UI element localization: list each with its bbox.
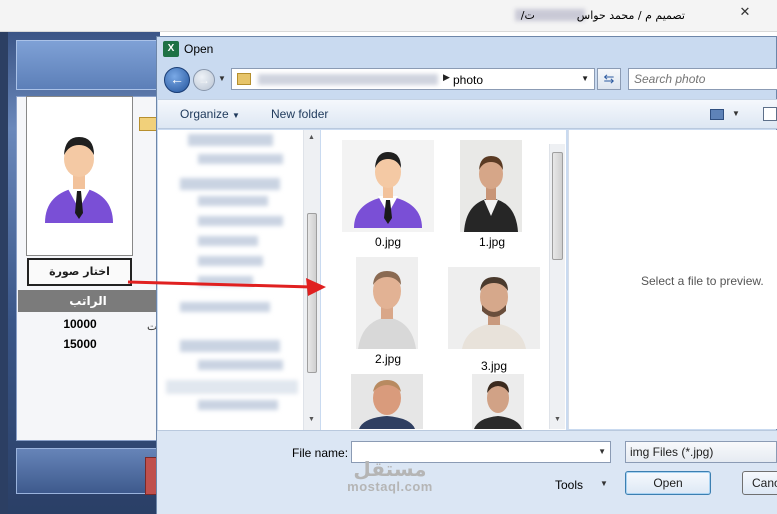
search-input[interactable] [634, 70, 774, 88]
preview-pane: Select a file to preview. [568, 130, 777, 429]
scroll-up-icon[interactable]: ▲ [308, 134, 315, 141]
preview-message: Select a file to preview. [641, 274, 764, 288]
person-photo-icon [460, 140, 522, 232]
nav-item-redacted[interactable] [180, 340, 280, 352]
navigation-bar: ← → ▼ ▶ photo ▼ ⇆ [157, 65, 777, 95]
scroll-down-icon[interactable]: ▼ [308, 416, 315, 423]
recent-locations-chevron-icon[interactable]: ▼ [218, 74, 226, 83]
person-photo-icon [351, 374, 423, 429]
cancel-button[interactable]: Canc [742, 471, 777, 495]
person-photo-icon [356, 257, 418, 349]
search-box[interactable] [628, 68, 777, 90]
nav-item-redacted[interactable] [166, 380, 298, 394]
navigation-pane-scrollbar[interactable]: ▲ ▼ [303, 130, 320, 430]
app-bottom-button[interactable] [16, 448, 158, 494]
folder-icon [237, 73, 251, 85]
scrollbar-thumb[interactable] [552, 152, 563, 260]
excel-icon: X [163, 41, 179, 57]
file-name: 0.jpg [374, 235, 402, 249]
salary-column-header: الراتب [18, 290, 158, 312]
app-title-suffix: ت/ [520, 9, 535, 22]
file-type-select[interactable]: img Files (*.jpg) [625, 441, 777, 463]
forward-arrow-icon[interactable]: → [193, 69, 215, 91]
watermark-latin: mostaql.com [347, 479, 433, 494]
screen: ت/تصميم م / محمد حواس ✕ اختار صورة الموظ… [0, 0, 777, 514]
organize-label: Organize [180, 107, 229, 121]
nav-item-redacted[interactable] [198, 196, 268, 206]
nav-item-redacted[interactable] [198, 216, 283, 226]
folder-icon[interactable] [139, 117, 157, 131]
breadcrumb-separator-icon[interactable]: ▶ [443, 72, 450, 83]
salary-cell: 10000 [63, 317, 97, 331]
chevron-down-icon[interactable]: ▼ [581, 74, 589, 83]
salary-cell: 15000 [63, 337, 97, 351]
person-photo-icon [448, 267, 540, 349]
file-name: 1.jpg [478, 235, 506, 249]
file-name: 3.jpg [480, 359, 508, 373]
employee-photo [26, 96, 133, 256]
chevron-down-icon: ▼ [232, 111, 240, 120]
scrollbar-thumb[interactable] [307, 213, 317, 373]
organize-menu-button[interactable]: Organize ▼ [180, 107, 240, 121]
chevron-down-icon[interactable]: ▼ [600, 479, 608, 488]
app-titlebar: ت/تصميم م / محمد حواس ✕ [0, 0, 777, 32]
file-item[interactable]: 2.jpg [356, 257, 420, 372]
open-button[interactable]: Open [625, 471, 711, 495]
file-item[interactable] [351, 374, 423, 429]
file-item[interactable]: 1.jpg [460, 140, 524, 255]
view-options-icon[interactable] [710, 109, 724, 120]
dialog-titlebar: X Open [157, 37, 777, 63]
chevron-down-icon[interactable]: ▼ [732, 109, 740, 118]
navigation-pane: ▲ ▼ [158, 130, 320, 430]
user-avatar-icon [342, 140, 434, 232]
preview-pane-toggle-icon[interactable] [763, 107, 777, 121]
address-bar[interactable]: ▶ photo ▼ [231, 68, 595, 90]
nav-item-redacted[interactable] [180, 178, 280, 190]
choose-employee-photo-button[interactable]: اختار صورة الموظف [27, 258, 132, 302]
file-thumbnail[interactable] [342, 140, 434, 232]
file-thumbnail[interactable] [448, 267, 540, 349]
nav-item-redacted[interactable] [198, 400, 278, 410]
file-thumbnail[interactable] [460, 140, 522, 232]
close-icon[interactable]: ✕ [730, 4, 760, 20]
nav-item-redacted[interactable] [198, 276, 253, 286]
watermark: مستقل mostaql.com [340, 458, 440, 494]
nav-item-redacted[interactable] [198, 154, 283, 164]
new-folder-button[interactable]: New folder [271, 107, 328, 121]
file-item[interactable]: 3.jpg [448, 267, 540, 373]
dialog-toolbar: Organize ▼ New folder ▼ [158, 99, 777, 129]
nav-item-redacted[interactable] [180, 302, 270, 312]
address-path-redacted [258, 74, 438, 85]
dialog-title: Open [184, 42, 214, 56]
file-item[interactable]: 0.jpg [342, 140, 434, 255]
user-avatar-icon [45, 137, 113, 223]
nav-item-redacted[interactable] [198, 360, 283, 370]
scroll-down-icon[interactable]: ▼ [554, 416, 561, 423]
file-thumbnail[interactable] [356, 257, 418, 349]
refresh-icon[interactable]: ⇆ [597, 68, 621, 90]
app-header-banner [16, 40, 160, 90]
file-list-scrollbar[interactable]: ▼ [549, 144, 565, 429]
app-title-text: تصميم م / محمد حواس [576, 9, 685, 22]
file-item[interactable] [472, 374, 524, 429]
chevron-down-icon[interactable]: ▼ [598, 447, 606, 456]
watermark-arabic: مستقل [353, 457, 427, 481]
nav-item-redacted[interactable] [198, 256, 263, 266]
dialog-footer: File name: ▼ img Files (*.jpg) Tools ▼ O… [157, 430, 777, 514]
person-photo-icon [472, 374, 524, 429]
nav-item-redacted[interactable] [198, 236, 258, 246]
address-current-folder[interactable]: photo [453, 73, 483, 87]
app-title: ت/تصميم م / محمد حواس [521, 9, 685, 22]
file-name: 2.jpg [374, 352, 402, 366]
back-arrow-icon[interactable]: ← [164, 67, 190, 93]
nav-item-redacted[interactable] [188, 134, 273, 146]
